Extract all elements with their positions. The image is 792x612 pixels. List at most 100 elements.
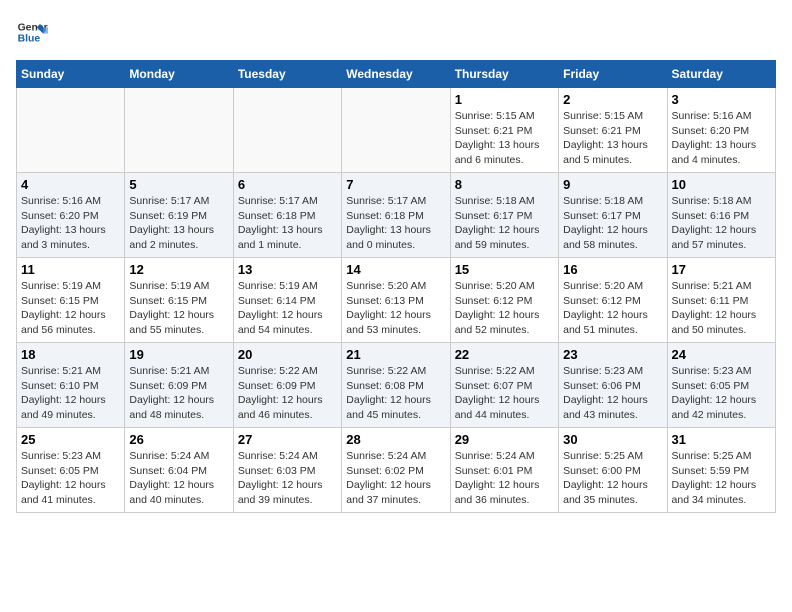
calendar-cell: 30 Sunrise: 5:25 AM Sunset: 6:00 PM Dayli…	[559, 428, 667, 513]
calendar-cell: 18 Sunrise: 5:21 AM Sunset: 6:10 PM Dayli…	[17, 343, 125, 428]
day-number: 23	[563, 347, 662, 362]
day-number: 13	[238, 262, 337, 277]
day-info: Sunrise: 5:15 AM Sunset: 6:21 PM Dayligh…	[563, 109, 662, 168]
calendar-cell	[233, 88, 341, 173]
calendar-week-1: 1 Sunrise: 5:15 AM Sunset: 6:21 PM Daylig…	[17, 88, 776, 173]
weekday-header-friday: Friday	[559, 61, 667, 88]
calendar-cell	[125, 88, 233, 173]
day-number: 24	[672, 347, 771, 362]
day-info: Sunrise: 5:17 AM Sunset: 6:18 PM Dayligh…	[238, 194, 337, 253]
day-number: 7	[346, 177, 445, 192]
calendar-header: SundayMondayTuesdayWednesdayThursdayFrid…	[17, 61, 776, 88]
day-number: 11	[21, 262, 120, 277]
day-info: Sunrise: 5:23 AM Sunset: 6:06 PM Dayligh…	[563, 364, 662, 423]
calendar-cell: 8 Sunrise: 5:18 AM Sunset: 6:17 PM Daylig…	[450, 173, 558, 258]
weekday-header-monday: Monday	[125, 61, 233, 88]
day-number: 21	[346, 347, 445, 362]
day-number: 1	[455, 92, 554, 107]
calendar-week-2: 4Sunrise: 5:16 AM Sunset: 6:20 PM Daylig…	[17, 173, 776, 258]
calendar-cell: 26 Sunrise: 5:24 AM Sunset: 6:04 PM Dayli…	[125, 428, 233, 513]
calendar-cell: 20 Sunrise: 5:22 AM Sunset: 6:09 PM Dayli…	[233, 343, 341, 428]
day-number: 30	[563, 432, 662, 447]
day-number: 26	[129, 432, 228, 447]
calendar-cell: 12 Sunrise: 5:19 AM Sunset: 6:15 PM Dayli…	[125, 258, 233, 343]
logo-icon: General Blue	[16, 16, 48, 48]
svg-text:Blue: Blue	[18, 34, 41, 45]
calendar-cell: 16Sunrise: 5:20 AM Sunset: 6:12 PM Dayli…	[559, 258, 667, 343]
logo: General Blue	[16, 16, 52, 48]
day-info: Sunrise: 5:18 AM Sunset: 6:16 PM Dayligh…	[672, 194, 771, 253]
day-number: 2	[563, 92, 662, 107]
day-info: Sunrise: 5:25 AM Sunset: 5:59 PM Dayligh…	[672, 449, 771, 508]
day-info: Sunrise: 5:25 AM Sunset: 6:00 PM Dayligh…	[563, 449, 662, 508]
weekday-header-sunday: Sunday	[17, 61, 125, 88]
calendar-cell: 21 Sunrise: 5:22 AM Sunset: 6:08 PM Dayli…	[342, 343, 450, 428]
day-number: 14	[346, 262, 445, 277]
calendar-cell	[342, 88, 450, 173]
day-info: Sunrise: 5:24 AM Sunset: 6:02 PM Dayligh…	[346, 449, 445, 508]
calendar-table: SundayMondayTuesdayWednesdayThursdayFrid…	[16, 60, 776, 513]
calendar-cell: 25 Sunrise: 5:23 AM Sunset: 6:05 PM Dayli…	[17, 428, 125, 513]
calendar-body: 1 Sunrise: 5:15 AM Sunset: 6:21 PM Daylig…	[17, 88, 776, 513]
day-number: 31	[672, 432, 771, 447]
day-info: Sunrise: 5:20 AM Sunset: 6:12 PM Dayligh…	[563, 279, 662, 338]
day-number: 3	[672, 92, 771, 107]
calendar-cell: 13 Sunrise: 5:19 AM Sunset: 6:14 PM Dayli…	[233, 258, 341, 343]
calendar-cell: 22 Sunrise: 5:22 AM Sunset: 6:07 PM Dayli…	[450, 343, 558, 428]
day-info: Sunrise: 5:16 AM Sunset: 6:20 PM Dayligh…	[21, 194, 120, 253]
calendar-cell: 17 Sunrise: 5:21 AM Sunset: 6:11 PM Dayli…	[667, 258, 775, 343]
calendar-cell: 3 Sunrise: 5:16 AM Sunset: 6:20 PM Daylig…	[667, 88, 775, 173]
day-info: Sunrise: 5:19 AM Sunset: 6:15 PM Dayligh…	[21, 279, 120, 338]
day-info: Sunrise: 5:23 AM Sunset: 6:05 PM Dayligh…	[672, 364, 771, 423]
day-info: Sunrise: 5:15 AM Sunset: 6:21 PM Dayligh…	[455, 109, 554, 168]
weekday-header-row: SundayMondayTuesdayWednesdayThursdayFrid…	[17, 61, 776, 88]
day-number: 20	[238, 347, 337, 362]
day-info: Sunrise: 5:19 AM Sunset: 6:14 PM Dayligh…	[238, 279, 337, 338]
day-info: Sunrise: 5:22 AM Sunset: 6:07 PM Dayligh…	[455, 364, 554, 423]
day-number: 22	[455, 347, 554, 362]
calendar-cell: 14Sunrise: 5:20 AM Sunset: 6:13 PM Dayli…	[342, 258, 450, 343]
weekday-header-wednesday: Wednesday	[342, 61, 450, 88]
day-info: Sunrise: 5:17 AM Sunset: 6:19 PM Dayligh…	[129, 194, 228, 253]
day-info: Sunrise: 5:22 AM Sunset: 6:09 PM Dayligh…	[238, 364, 337, 423]
day-number: 10	[672, 177, 771, 192]
calendar-cell: 19 Sunrise: 5:21 AM Sunset: 6:09 PM Dayli…	[125, 343, 233, 428]
page-header: General Blue	[16, 16, 776, 48]
day-number: 5	[129, 177, 228, 192]
day-number: 27	[238, 432, 337, 447]
day-number: 19	[129, 347, 228, 362]
day-info: Sunrise: 5:16 AM Sunset: 6:20 PM Dayligh…	[672, 109, 771, 168]
day-info: Sunrise: 5:18 AM Sunset: 6:17 PM Dayligh…	[455, 194, 554, 253]
day-number: 12	[129, 262, 228, 277]
day-info: Sunrise: 5:22 AM Sunset: 6:08 PM Dayligh…	[346, 364, 445, 423]
day-number: 8	[455, 177, 554, 192]
calendar-week-3: 11 Sunrise: 5:19 AM Sunset: 6:15 PM Dayli…	[17, 258, 776, 343]
calendar-cell	[17, 88, 125, 173]
weekday-header-thursday: Thursday	[450, 61, 558, 88]
calendar-cell: 28 Sunrise: 5:24 AM Sunset: 6:02 PM Dayli…	[342, 428, 450, 513]
calendar-cell: 4Sunrise: 5:16 AM Sunset: 6:20 PM Daylig…	[17, 173, 125, 258]
day-number: 17	[672, 262, 771, 277]
day-info: Sunrise: 5:23 AM Sunset: 6:05 PM Dayligh…	[21, 449, 120, 508]
calendar-week-5: 25 Sunrise: 5:23 AM Sunset: 6:05 PM Dayli…	[17, 428, 776, 513]
day-info: Sunrise: 5:21 AM Sunset: 6:11 PM Dayligh…	[672, 279, 771, 338]
calendar-cell: 15Sunrise: 5:20 AM Sunset: 6:12 PM Dayli…	[450, 258, 558, 343]
calendar-cell: 7Sunrise: 5:17 AM Sunset: 6:18 PM Daylig…	[342, 173, 450, 258]
day-number: 28	[346, 432, 445, 447]
weekday-header-saturday: Saturday	[667, 61, 775, 88]
day-info: Sunrise: 5:24 AM Sunset: 6:04 PM Dayligh…	[129, 449, 228, 508]
day-number: 6	[238, 177, 337, 192]
calendar-week-4: 18 Sunrise: 5:21 AM Sunset: 6:10 PM Dayli…	[17, 343, 776, 428]
day-info: Sunrise: 5:21 AM Sunset: 6:09 PM Dayligh…	[129, 364, 228, 423]
calendar-cell: 31 Sunrise: 5:25 AM Sunset: 5:59 PM Dayli…	[667, 428, 775, 513]
day-info: Sunrise: 5:19 AM Sunset: 6:15 PM Dayligh…	[129, 279, 228, 338]
day-info: Sunrise: 5:20 AM Sunset: 6:12 PM Dayligh…	[455, 279, 554, 338]
weekday-header-tuesday: Tuesday	[233, 61, 341, 88]
day-info: Sunrise: 5:21 AM Sunset: 6:10 PM Dayligh…	[21, 364, 120, 423]
day-number: 18	[21, 347, 120, 362]
calendar-cell: 24 Sunrise: 5:23 AM Sunset: 6:05 PM Dayli…	[667, 343, 775, 428]
day-number: 25	[21, 432, 120, 447]
day-info: Sunrise: 5:18 AM Sunset: 6:17 PM Dayligh…	[563, 194, 662, 253]
calendar-cell: 6 Sunrise: 5:17 AM Sunset: 6:18 PM Daylig…	[233, 173, 341, 258]
calendar-cell: 29Sunrise: 5:24 AM Sunset: 6:01 PM Dayli…	[450, 428, 558, 513]
